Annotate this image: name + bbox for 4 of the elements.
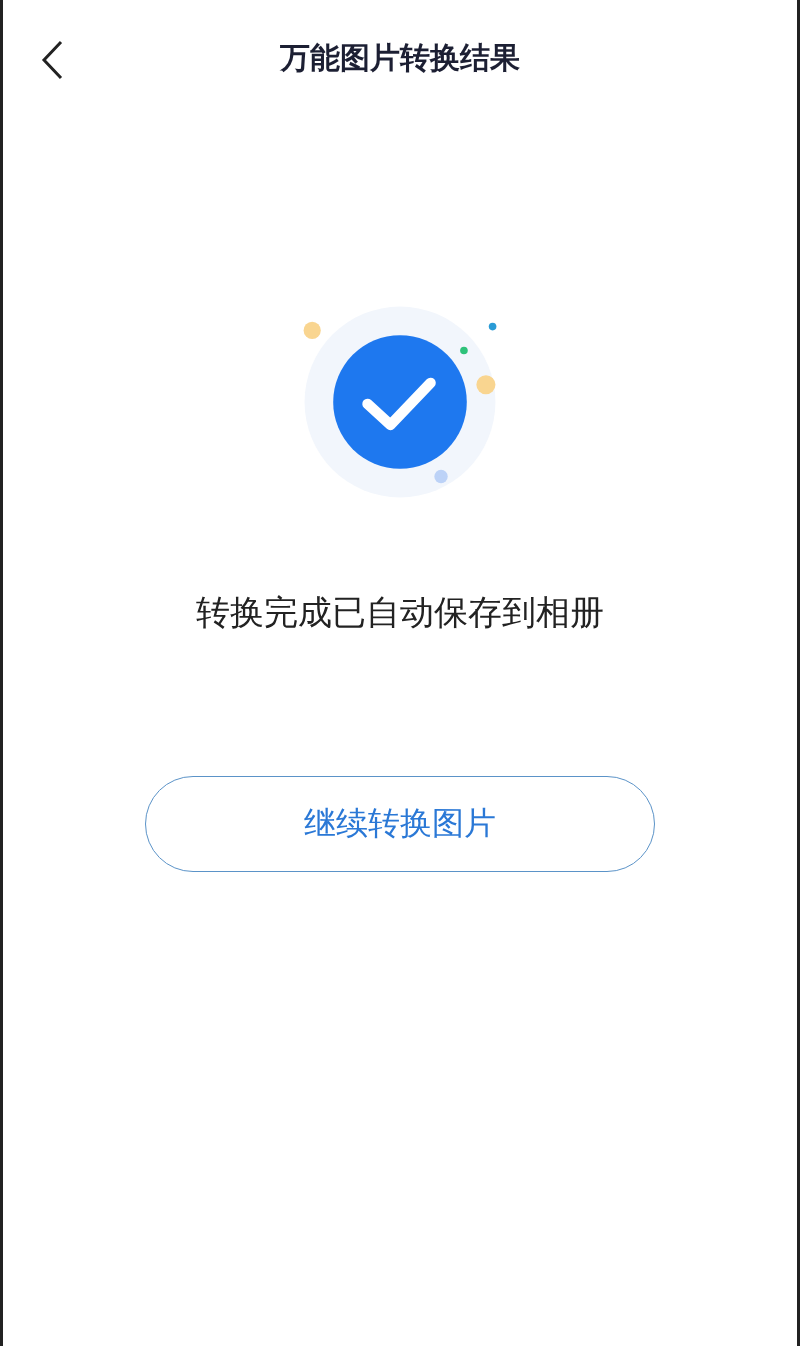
continue-button[interactable]: 继续转换图片 (145, 776, 655, 872)
status-message: 转换完成已自动保存到相册 (195, 591, 605, 634)
back-icon[interactable] (41, 40, 65, 80)
page-title: 万能图片转换结果 (280, 38, 520, 77)
